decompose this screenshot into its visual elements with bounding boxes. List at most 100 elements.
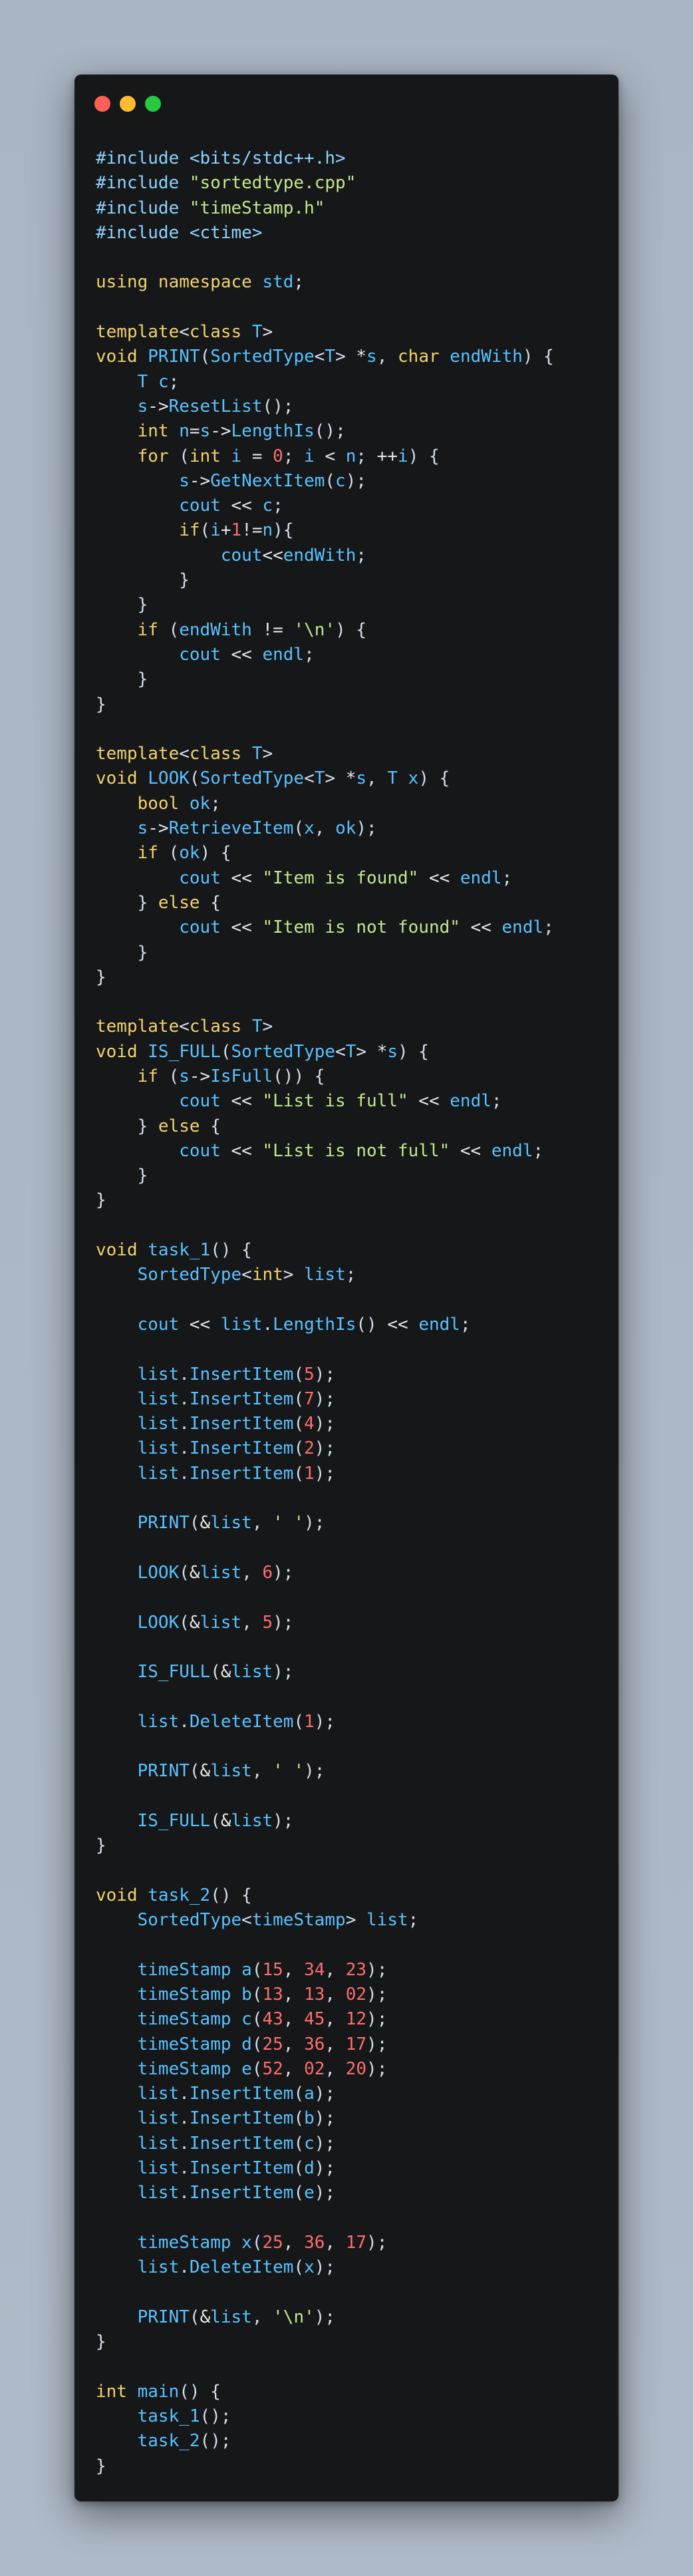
- code-token: 6: [262, 1562, 273, 1583]
- code-token: );: [304, 1513, 325, 1533]
- code-token: 1: [231, 520, 242, 541]
- code-block: #include <bits/stdc++.h> #include "sorted…: [96, 146, 554, 2479]
- code-token: {: [210, 1116, 221, 1136]
- code-token: 0: [273, 446, 283, 466]
- minimize-window-icon[interactable]: [120, 96, 136, 112]
- code-line: }: [96, 2454, 554, 2479]
- close-window-icon[interactable]: [94, 96, 110, 112]
- code-token: else: [158, 1116, 211, 1136]
- code-token: b: [241, 1984, 252, 2005]
- code-token: (: [293, 2158, 305, 2179]
- code-token: cout: [179, 1140, 231, 1161]
- code-token: std: [262, 272, 294, 293]
- code-token: ,: [283, 2058, 305, 2079]
- code-token: );: [314, 1388, 336, 1409]
- code-token: (: [251, 2232, 263, 2253]
- code-token: (: [210, 1810, 221, 1831]
- code-token: InsertItem: [189, 1438, 294, 1459]
- code-token: <: [179, 322, 190, 343]
- code-token: ;: [408, 1910, 419, 1931]
- code-token: (: [189, 1761, 200, 1782]
- code-token: 15: [262, 1959, 283, 1980]
- code-token: () {: [210, 1240, 252, 1261]
- code-token: endWith: [179, 619, 263, 640]
- code-token: 4: [304, 1414, 315, 1434]
- code-token: RetrieveItem: [168, 818, 294, 839]
- code-token: "List is not full": [262, 1140, 460, 1161]
- code-token: task_1: [137, 2406, 200, 2427]
- code-line: #include "sortedtype.cpp": [96, 171, 554, 196]
- code-token: cout: [179, 496, 231, 516]
- code-token: IS_FULL: [137, 1810, 211, 1831]
- code-token: cout: [179, 644, 231, 665]
- code-token: void: [96, 1041, 148, 1062]
- code-token: for: [137, 446, 180, 466]
- code-token: (: [293, 2084, 305, 2104]
- code-token: ,: [251, 1761, 273, 1782]
- code-token: (: [179, 1612, 190, 1633]
- code-line: list.InsertItem(a);: [96, 2082, 554, 2106]
- code-token: InsertItem: [189, 1463, 294, 1484]
- code-token: void: [96, 1240, 148, 1261]
- code-token: 17: [345, 2034, 367, 2054]
- code-token: ;: [356, 545, 367, 565]
- code-token: (: [293, 2108, 305, 2129]
- code-token: }: [96, 892, 158, 913]
- code-line: } else {: [96, 1114, 554, 1139]
- code-line: }: [96, 568, 554, 593]
- code-token: s: [179, 470, 190, 491]
- code-token: T: [387, 768, 408, 789]
- code-token: );: [356, 818, 377, 839]
- code-token: n: [262, 520, 273, 541]
- code-line: }: [96, 941, 554, 965]
- code-token: <: [179, 1017, 190, 1037]
- code-line: cout<<endWith;: [96, 544, 554, 568]
- code-token: template: [96, 322, 180, 343]
- code-token: list: [210, 2307, 252, 2327]
- code-token: >: [345, 1910, 367, 1931]
- code-line: timeStamp d(25, 36, 17);: [96, 2032, 554, 2057]
- code-line: T c;: [96, 370, 554, 395]
- code-token: (: [251, 1984, 263, 2005]
- code-token: (): [356, 1314, 388, 1335]
- code-token: if: [137, 619, 169, 640]
- code-line: list.InsertItem(e);: [96, 2181, 554, 2205]
- code-token: (: [179, 446, 190, 466]
- code-token: (: [325, 470, 336, 491]
- code-token: PRINT: [148, 347, 200, 367]
- code-token: ();: [200, 2406, 231, 2427]
- code-token: .: [179, 2257, 190, 2278]
- code-token: if: [137, 843, 169, 864]
- code-token: T: [137, 371, 158, 392]
- code-token: ;: [293, 272, 305, 293]
- code-token: &: [189, 1562, 200, 1583]
- code-token: ->: [189, 470, 211, 491]
- code-token: {: [210, 892, 221, 913]
- code-token: );: [314, 2257, 336, 2278]
- maximize-window-icon[interactable]: [145, 96, 161, 112]
- code-token: (: [200, 347, 211, 367]
- code-token: (: [189, 768, 200, 789]
- code-line: }: [96, 667, 554, 692]
- code-line: void PRINT(SortedType<T> *s, char endWit…: [96, 345, 554, 369]
- code-line: list.InsertItem(b);: [96, 2106, 554, 2131]
- code-line: void task_1() {: [96, 1238, 554, 1263]
- code-line: template<class T>: [96, 1015, 554, 1039]
- code-token: <<: [231, 496, 263, 516]
- code-token: i: [304, 446, 325, 466]
- code-token: c: [262, 496, 273, 516]
- code-token: );: [366, 2058, 388, 2079]
